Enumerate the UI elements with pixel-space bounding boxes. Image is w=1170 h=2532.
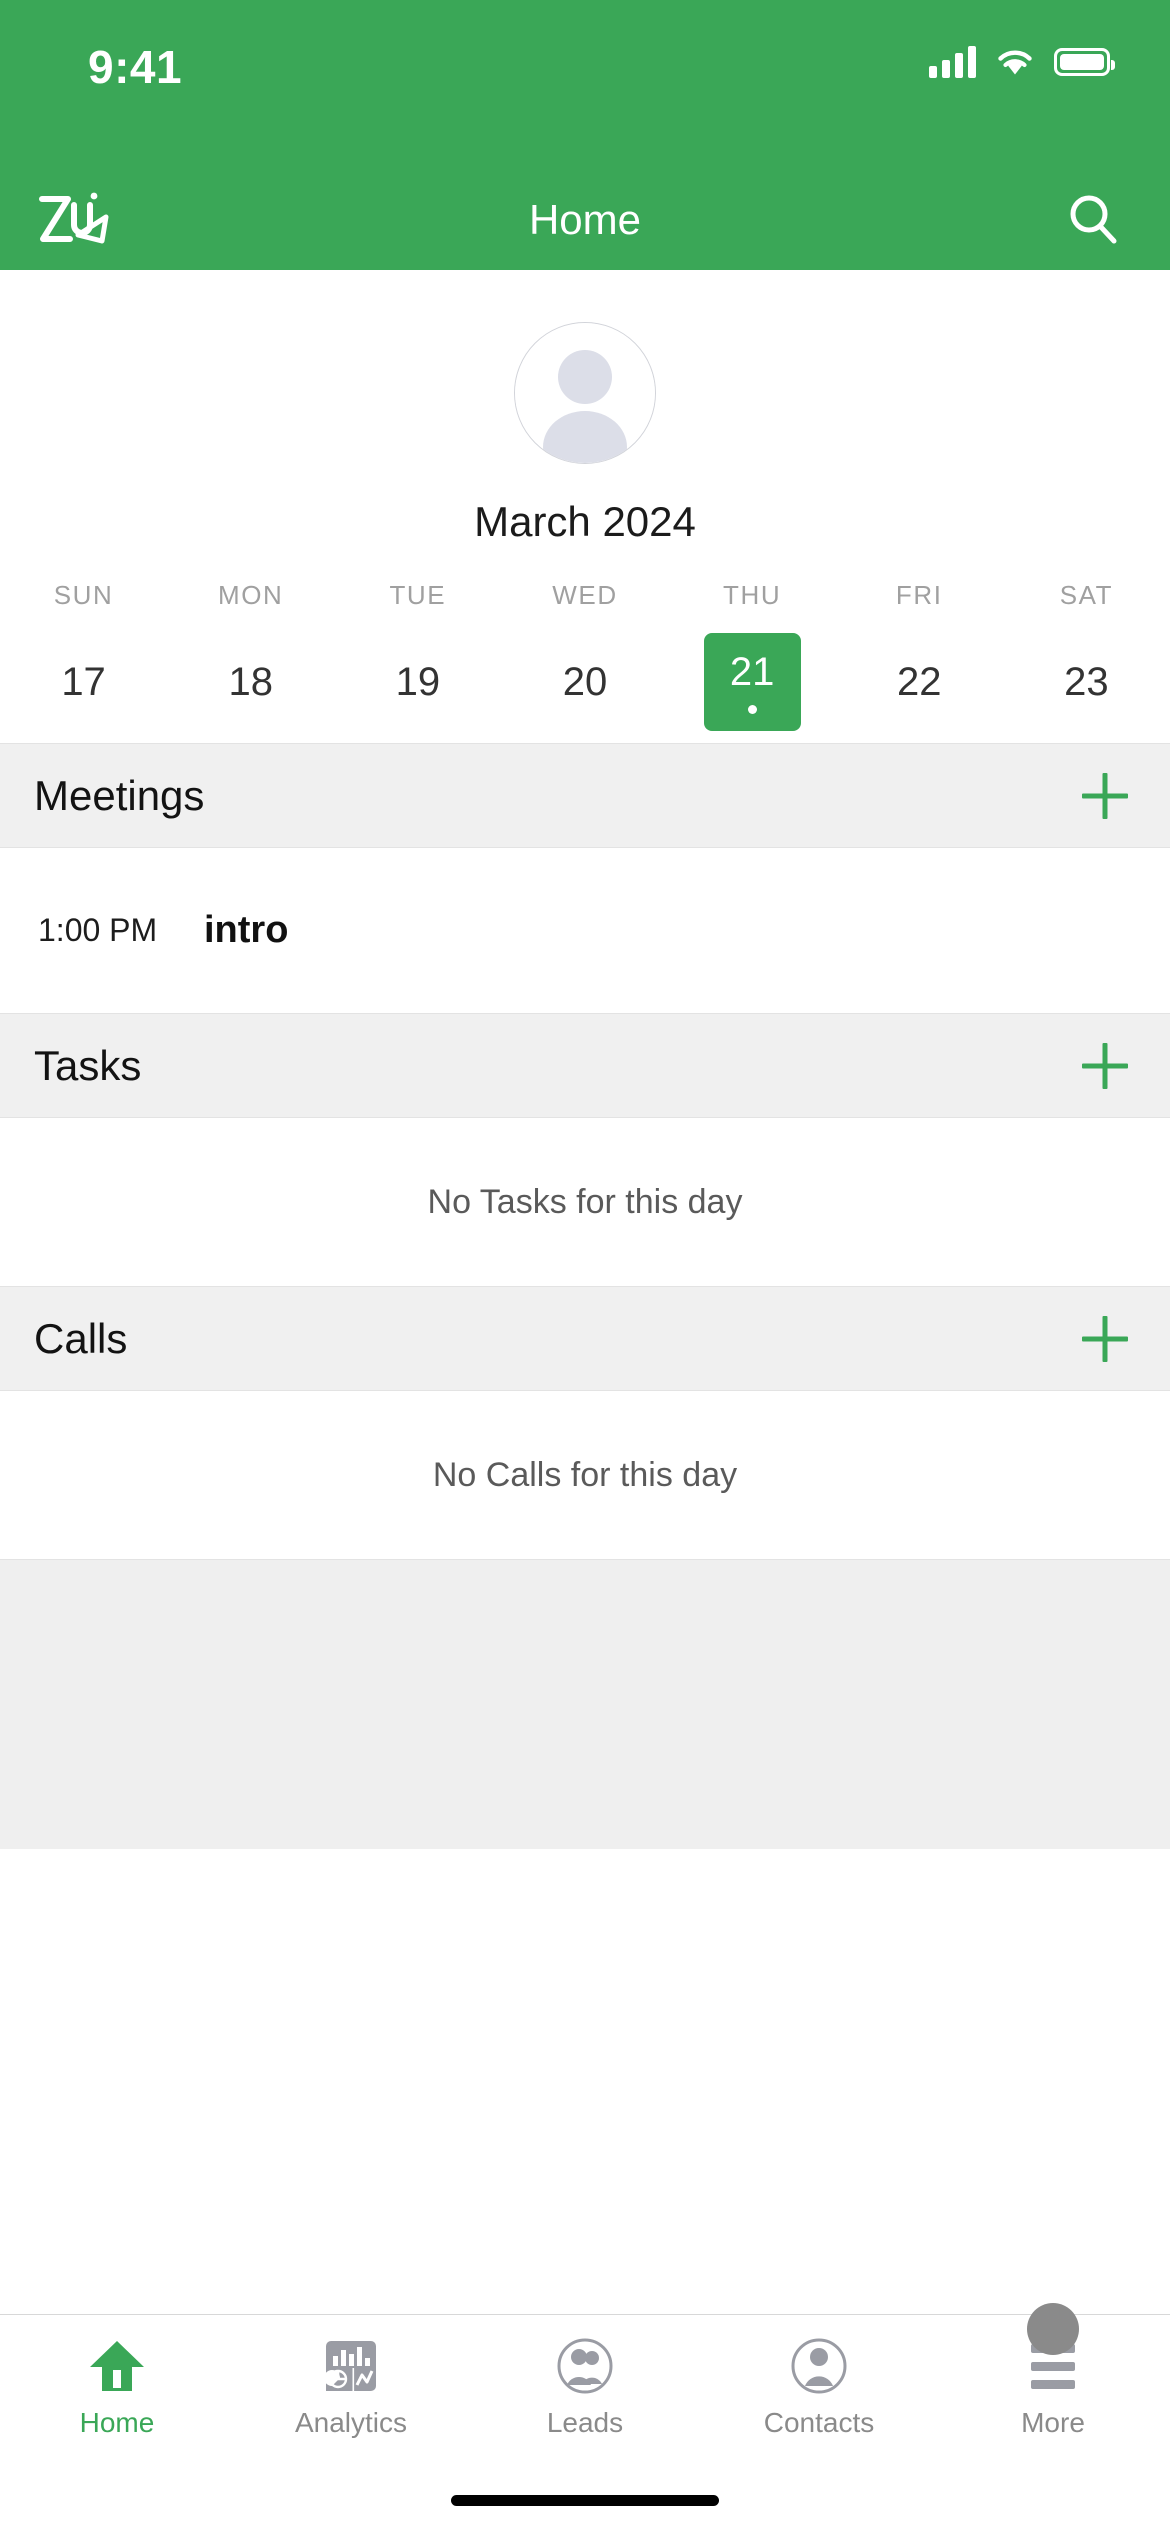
home-indicator xyxy=(451,2495,719,2506)
page-title: Home xyxy=(528,196,642,243)
tasks-title: Tasks xyxy=(34,1041,142,1089)
calendar-day-number: 23 xyxy=(1064,659,1109,704)
calendar-day-row: 17 18 19 20 21 22 23 xyxy=(0,633,1170,743)
weekday-tue: TUE xyxy=(389,580,447,610)
calendar-day-cell[interactable]: 19 xyxy=(334,633,501,731)
event-dot-indicator xyxy=(747,705,757,714)
status-bar: 9:41 xyxy=(0,0,1170,170)
cellular-signal-icon xyxy=(929,46,976,78)
tab-home[interactable]: Home xyxy=(0,2337,234,2439)
calls-empty-state: No Calls for this day xyxy=(0,1391,1170,1559)
weekday-fri: FRI xyxy=(895,580,943,610)
calendar-day-cell[interactable]: 20 xyxy=(501,633,668,731)
calendar-day-cell-selected[interactable]: 21 xyxy=(669,633,836,731)
tab-more[interactable]: More xyxy=(936,2303,1170,2439)
weekday-mon: MON xyxy=(217,580,284,610)
tasks-section-header: Tasks xyxy=(0,1013,1170,1118)
tab-label-more: More xyxy=(1021,2407,1085,2438)
bottom-tab-bar: Home Analytics Leads Contacts More xyxy=(0,2303,1170,2532)
app-screen: 9:41 Home March 2024 SUN MON TUE WED THU… xyxy=(0,0,1170,2532)
status-bar-clock: 9:41 xyxy=(88,41,183,93)
content-filler xyxy=(0,1559,1170,1849)
tab-label-leads: Leads xyxy=(546,2407,624,2438)
calendar-day-number: 20 xyxy=(562,659,608,704)
calendar-day-number: 18 xyxy=(228,659,273,704)
add-meeting-button[interactable] xyxy=(1074,765,1136,827)
calls-title: Calls xyxy=(34,1314,128,1362)
calendar-month-label: March 2024 xyxy=(474,498,696,545)
calendar-day-number: 19 xyxy=(395,659,441,704)
search-icon[interactable] xyxy=(1062,189,1124,251)
home-icon xyxy=(86,2337,148,2395)
profile-avatar-container xyxy=(0,270,1170,464)
tab-leads[interactable]: Leads xyxy=(468,2337,702,2439)
more-notification-badge xyxy=(1027,2303,1079,2355)
tab-label-home: Home xyxy=(79,2407,155,2438)
tab-label-analytics: Analytics xyxy=(294,2407,408,2438)
zia-logo[interactable] xyxy=(34,189,114,251)
calendar-day-cell[interactable]: 23 xyxy=(1003,633,1170,731)
weekday-sun: SUN xyxy=(53,580,114,610)
navigation-bar: Home xyxy=(0,170,1170,270)
meetings-title: Meetings xyxy=(34,771,205,819)
weekday-sat: SAT xyxy=(1059,580,1114,610)
calendar-day-cell[interactable]: 17 xyxy=(0,633,167,731)
calendar-day-number: 17 xyxy=(61,659,106,704)
weekday-thu: THU xyxy=(723,580,782,610)
meeting-title: intro xyxy=(204,909,289,951)
add-task-button[interactable] xyxy=(1074,1035,1136,1097)
status-bar-indicators xyxy=(929,34,1115,78)
tab-contacts[interactable]: Contacts xyxy=(702,2337,936,2439)
analytics-icon xyxy=(320,2337,382,2395)
calls-section-header: Calls xyxy=(0,1286,1170,1391)
meetings-section-header: Meetings xyxy=(0,743,1170,848)
leads-icon xyxy=(554,2337,616,2395)
wifi-icon xyxy=(996,47,1034,77)
add-call-button[interactable] xyxy=(1074,1308,1136,1370)
tab-label-contacts: Contacts xyxy=(763,2407,875,2438)
meeting-time: 1:00 PM xyxy=(38,912,158,948)
calendar-weekday-row: SUN MON TUE WED THU FRI SAT xyxy=(0,580,1170,611)
contacts-icon xyxy=(788,2337,850,2395)
battery-icon xyxy=(1054,48,1115,76)
weekday-wed: WED xyxy=(552,580,618,610)
avatar[interactable] xyxy=(514,322,656,464)
calendar-day-number: 21 xyxy=(729,650,775,694)
calendar-strip: March 2024 SUN MON TUE WED THU FRI SAT 1… xyxy=(0,464,1170,743)
calendar-day-cell[interactable]: 18 xyxy=(167,633,334,731)
tab-analytics[interactable]: Analytics xyxy=(234,2337,468,2439)
meeting-list-item[interactable]: 1:00 PM intro xyxy=(0,848,1170,1013)
tasks-empty-state: No Tasks for this day xyxy=(0,1118,1170,1286)
calendar-day-number: 22 xyxy=(897,659,942,704)
calendar-day-cell[interactable]: 22 xyxy=(836,633,1003,731)
